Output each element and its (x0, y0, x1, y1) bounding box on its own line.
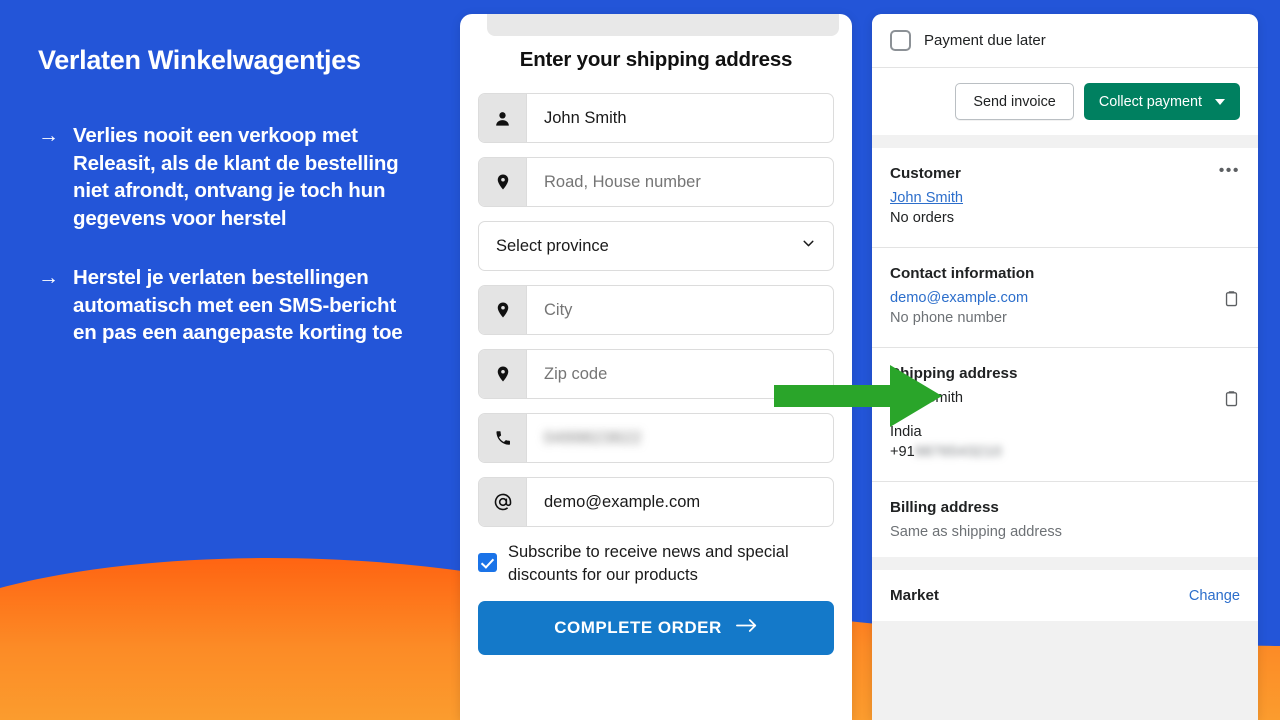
screenshot-root: Verlaten Winkelwagentjes → Verlies nooit… (0, 0, 1280, 720)
name-field[interactable]: John Smith (478, 93, 834, 143)
arrow-right-icon: → (38, 124, 59, 148)
customer-heading: Customer (890, 165, 961, 182)
copy-icon[interactable] (1223, 390, 1240, 411)
shipping-address-heading: Shipping address (890, 365, 1018, 382)
at-sign-icon (479, 478, 527, 526)
billing-address-heading: Billing address (890, 499, 999, 516)
subscribe-label: Subscribe to receive news and special di… (508, 543, 789, 584)
list-item: → Verlies nooit een verkoop met Releasit… (38, 122, 424, 232)
arrow-right-icon: → (38, 266, 59, 290)
payment-due-row[interactable]: Payment due later (872, 14, 1258, 67)
market-heading: Market (890, 587, 939, 604)
section-gap (872, 557, 1258, 570)
phone-input-value[interactable]: 0499823822 (527, 414, 833, 462)
shipping-phone-prefix: +91 (890, 444, 915, 460)
customer-orders-count: No orders (890, 210, 955, 226)
province-select[interactable]: Select province (478, 221, 834, 271)
contact-information-block: Contact information demo@example.com No … (872, 248, 1258, 347)
card-top-strip (487, 14, 839, 36)
province-select-value: Select province (496, 236, 609, 255)
location-pin-icon (479, 158, 527, 206)
customer-block: Customer ••• John Smith No orders (872, 148, 1258, 247)
billing-address-block: Billing address Same as shipping address (872, 482, 1258, 557)
bullet-text: Verlies nooit een verkoop met Releasit, … (73, 124, 399, 230)
list-item: → Herstel je verlaten bestellingen autom… (38, 264, 424, 347)
payment-actions: Send invoice Collect payment (872, 68, 1258, 135)
order-admin-panel: Payment due later Send invoice Collect p… (872, 14, 1258, 720)
section-gap (872, 135, 1258, 148)
checkout-card: Enter your shipping address John Smith R… (460, 14, 852, 720)
phone-field[interactable]: 0499823822 (478, 413, 834, 463)
complete-order-button[interactable]: COMPLETE ORDER (478, 601, 834, 655)
payment-section: Payment due later Send invoice Collect p… (872, 14, 1258, 135)
contact-information-heading: Contact information (890, 265, 1035, 282)
subscribe-checkbox-row[interactable]: Subscribe to receive news and special di… (478, 541, 834, 587)
phone-icon (479, 414, 527, 462)
street-field[interactable]: Road, House number (478, 157, 834, 207)
send-invoice-button[interactable]: Send invoice (955, 83, 1074, 120)
contact-email-link[interactable]: demo@example.com (890, 290, 1028, 306)
shipping-phone-masked: 9876543210 (914, 444, 1002, 460)
market-change-link[interactable]: Change (1189, 588, 1240, 604)
page-title: Verlaten Winkelwagentjes (38, 45, 361, 75)
copy-icon[interactable] (1223, 290, 1240, 311)
email-input-value[interactable]: demo@example.com (527, 478, 833, 526)
contact-phone-value: No phone number (890, 310, 1007, 326)
street-input-placeholder[interactable]: Road, House number (527, 158, 833, 206)
promo-panel: Verlaten Winkelwagentjes → Verlies nooit… (0, 0, 462, 720)
market-block: Market Change (872, 570, 1258, 621)
more-options-icon[interactable]: ••• (1219, 163, 1240, 179)
payment-due-checkbox[interactable] (890, 30, 911, 51)
bullet-text: Herstel je verlaten bestellingen automat… (73, 266, 403, 345)
payment-due-label: Payment due later (924, 32, 1046, 49)
city-input-placeholder[interactable]: City (527, 286, 833, 334)
checkout-heading: Enter your shipping address (519, 48, 793, 71)
customer-name-link[interactable]: John Smith (890, 190, 963, 206)
chevron-down-icon[interactable] (1215, 98, 1225, 105)
market-section: Market Change (872, 570, 1258, 621)
zip-input-placeholder[interactable]: Zip code (527, 350, 833, 398)
city-field[interactable]: City (478, 285, 834, 335)
customer-section: Customer ••• John Smith No orders Contac… (872, 148, 1258, 557)
shipping-address-block: Shipping address John Smith India +91987… (872, 348, 1258, 481)
zip-field[interactable]: Zip code (478, 349, 834, 399)
person-icon (479, 94, 527, 142)
arrow-right-icon (735, 618, 758, 638)
billing-address-value: Same as shipping address (890, 524, 1062, 540)
name-input-value[interactable]: John Smith (527, 94, 833, 142)
location-pin-icon (479, 350, 527, 398)
collect-payment-button[interactable]: Collect payment (1083, 83, 1240, 120)
subscribe-checkbox[interactable] (478, 553, 497, 572)
location-pin-icon (479, 286, 527, 334)
chevron-down-icon (800, 235, 817, 257)
complete-order-label: COMPLETE ORDER (554, 618, 722, 637)
shipping-name: John Smith (890, 390, 964, 406)
shipping-country: India (890, 424, 922, 440)
shipping-phone: +919876543210 (890, 444, 1002, 460)
email-field[interactable]: demo@example.com (478, 477, 834, 527)
collect-payment-label: Collect payment (1098, 93, 1202, 110)
